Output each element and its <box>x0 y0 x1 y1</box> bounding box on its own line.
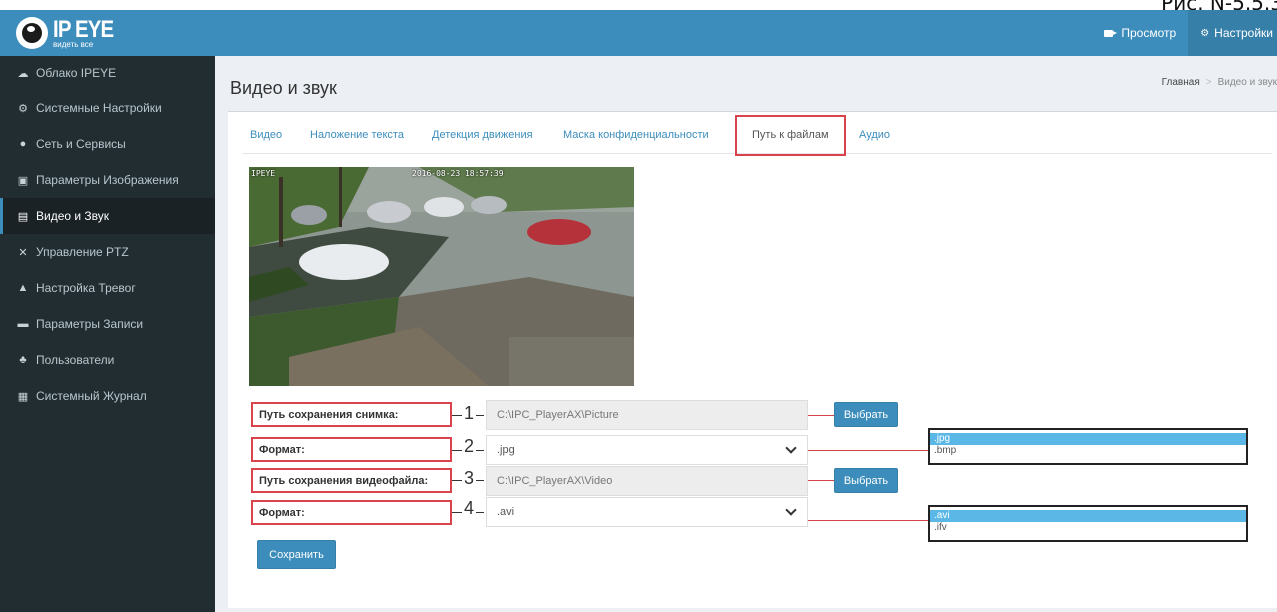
sidebar-item-label: Параметры Изображения <box>36 173 179 187</box>
top-header: IP EYE видеть все Просмотр ⚙ Настройки <box>0 10 1277 56</box>
tab-audio[interactable]: Аудио <box>859 129 890 141</box>
camera-preview-image <box>249 167 634 386</box>
sidebar-item-system-settings[interactable]: ⚙ Системные Настройки <box>0 90 215 126</box>
callout-line <box>808 415 834 416</box>
file-video-icon: ▤ <box>17 210 29 223</box>
video-format-options: .avi .ifv <box>928 505 1248 542</box>
sidebar-item-network[interactable]: ● Сеть и Сервисы <box>0 126 215 162</box>
file-text-icon: ▦ <box>17 390 29 403</box>
snapshot-path-input[interactable]: C:\IPC_PlayerAX\Picture <box>486 400 808 430</box>
globe-icon: ● <box>19 138 27 150</box>
breadcrumb-separator: > <box>1205 77 1212 88</box>
option-ifv[interactable]: .ifv <box>930 522 1246 534</box>
callout-line <box>452 450 462 451</box>
callout-line <box>452 415 462 416</box>
sidebar-item-cloud[interactable]: ☁ Облако IPEYE <box>0 56 215 90</box>
gears-icon: ⚙ <box>18 102 28 115</box>
callout-line <box>808 480 834 481</box>
video-format-value: .avi <box>497 506 515 518</box>
gears-icon: ⚙ <box>1200 27 1210 39</box>
sidebar-item-image-params[interactable]: ▣ Параметры Изображения <box>0 162 215 198</box>
breadcrumb-current: Видео и звук <box>1217 77 1277 88</box>
logo[interactable]: IP EYE видеть все <box>16 16 124 50</box>
tab-video[interactable]: Видео <box>250 129 282 141</box>
snapshot-format-value: .jpg <box>497 444 515 456</box>
callout-line <box>476 480 484 481</box>
option-avi[interactable]: .avi <box>930 510 1246 522</box>
arrows-icon: ✕ <box>18 246 28 259</box>
sidebar-item-users[interactable]: ♣ Пользователи <box>0 342 215 378</box>
callout-number-3: 3 <box>464 468 475 488</box>
camera-icon <box>1104 29 1118 37</box>
callout-number-1: 1 <box>464 403 475 423</box>
select-snapshot-path-button[interactable]: Выбрать <box>834 402 898 427</box>
users-icon: ♣ <box>19 354 27 366</box>
save-button[interactable]: Сохранить <box>257 540 336 569</box>
option-bmp[interactable]: .bmp <box>930 445 1246 457</box>
sidebar-item-label: Настройка Тревог <box>36 281 136 295</box>
breadcrumb-home[interactable]: Главная <box>1162 77 1200 88</box>
breadcrumb: Главная > Видео и звук <box>1162 77 1277 88</box>
osd-timestamp: 2016-08-23 18:57:39 <box>412 169 504 178</box>
sidebar-item-system-log[interactable]: ▦ Системный Журнал <box>0 378 215 414</box>
top-nav: Просмотр ⚙ Настройки <box>1092 10 1277 56</box>
sidebar-item-label: Видео и Звук <box>36 209 110 223</box>
page-title: Видео и звук <box>230 78 337 98</box>
eye-logo-icon <box>16 17 48 49</box>
nav-view-label: Просмотр <box>1121 26 1177 40</box>
callout-line <box>476 450 484 451</box>
sidebar-item-recording[interactable]: ▬ Параметры Записи <box>0 306 215 342</box>
warning-icon: ▲ <box>17 282 29 294</box>
osd-camera-name: IPEYE <box>251 169 276 178</box>
callout-number-4: 4 <box>464 498 475 518</box>
chevron-down-icon <box>785 504 797 516</box>
option-jpg[interactable]: .jpg <box>930 433 1246 445</box>
sidebar-item-label: Облако IPEYE <box>36 66 117 80</box>
sidebar-item-label: Системный Журнал <box>36 389 147 403</box>
camera-preview: IPEYE 2016-08-23 18:57:39 <box>249 167 634 386</box>
tab-file-paths[interactable]: Путь к файлам <box>752 129 829 141</box>
video-format-label: Формат: <box>251 500 452 525</box>
sidebar-item-label: Параметры Записи <box>36 317 144 331</box>
nav-settings-button[interactable]: ⚙ Настройки <box>1188 10 1277 56</box>
snapshot-format-select[interactable]: .jpg <box>486 435 808 465</box>
content-area: Видео и звук Главная > Видео и звук Видео … <box>215 56 1277 612</box>
hdd-icon: ▬ <box>17 318 29 330</box>
callout-line <box>808 450 928 451</box>
settings-panel: Видео Наложение текста Детекция движения… <box>228 111 1277 608</box>
nav-settings-label: Настройки <box>1214 26 1273 40</box>
sidebar-item-alarms[interactable]: ▲ Настройка Тревог <box>0 270 215 306</box>
sidebar-item-video-audio[interactable]: ▤ Видео и Звук <box>0 198 215 234</box>
sidebar-item-label: Управление PTZ <box>36 245 129 259</box>
callout-line <box>476 512 484 513</box>
sidebar-item-ptz[interactable]: ✕ Управление PTZ <box>0 234 215 270</box>
snapshot-format-label: Формат: <box>251 437 452 462</box>
sidebar-item-label: Пользователи <box>36 353 115 367</box>
video-path-input[interactable]: C:\IPC_PlayerAX\Video <box>486 466 808 496</box>
callout-number-2: 2 <box>464 436 475 456</box>
tab-motion-detection[interactable]: Детекция движения <box>432 129 533 141</box>
logo-title: IP EYE <box>53 15 114 43</box>
video-format-select[interactable]: .avi <box>486 497 808 527</box>
tab-bar: Видео Наложение текста Детекция движения… <box>242 112 1272 156</box>
nav-view-button[interactable]: Просмотр <box>1092 10 1188 56</box>
callout-line <box>476 415 484 416</box>
sidebar-item-label: Системные Настройки <box>36 101 162 115</box>
snapshot-path-label: Путь сохранения снимка: <box>251 402 452 427</box>
tab-privacy-mask[interactable]: Маска конфиденциальности <box>563 129 709 141</box>
chevron-down-icon <box>785 442 797 454</box>
callout-line <box>452 512 462 513</box>
image-icon: ▣ <box>17 174 29 187</box>
callout-line <box>808 520 928 521</box>
sidebar-item-label: Сеть и Сервисы <box>36 137 126 151</box>
cloud-icon: ☁ <box>17 67 29 80</box>
callout-line <box>452 480 462 481</box>
video-path-label: Путь сохранения видеофайла: <box>251 468 452 493</box>
tab-text-overlay[interactable]: Наложение текста <box>310 129 404 141</box>
sidebar: ☁ Облако IPEYE ⚙ Системные Настройки ● Сеть… <box>0 56 215 612</box>
select-video-path-button[interactable]: Выбрать <box>834 468 898 493</box>
snapshot-format-options: .jpg .bmp <box>928 428 1248 465</box>
